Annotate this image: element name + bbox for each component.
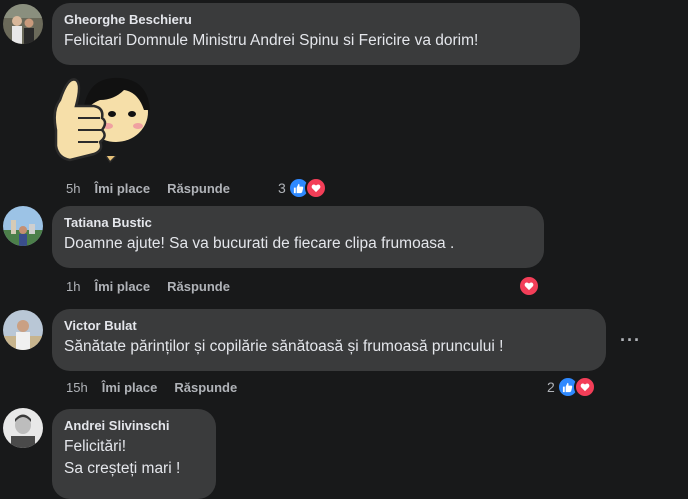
avatar[interactable] — [3, 4, 43, 44]
comment-time[interactable]: 5h — [66, 181, 80, 196]
comment-time[interactable]: 15h — [66, 380, 88, 395]
comment-author[interactable]: Tatiana Bustic — [64, 214, 532, 231]
comment-text-line: Felicitări! — [64, 438, 127, 455]
reply-button[interactable]: Răspunde — [174, 380, 237, 395]
comment-text: Sănătate părinților și copilărie sănătoa… — [64, 338, 504, 355]
avatar[interactable] — [3, 408, 43, 448]
reaction-count: 2 — [547, 379, 555, 395]
comment-text: Doamne ajute! Sa va bucurati de fiecare … — [64, 235, 455, 252]
avatar[interactable] — [3, 206, 43, 246]
comment-author[interactable]: Victor Bulat — [64, 317, 594, 334]
reaction-summary[interactable] — [518, 275, 540, 297]
reaction-count: 3 — [278, 180, 286, 196]
comment-text: Felicitari Domnule Ministru Andrei Spinu… — [64, 32, 479, 49]
comment-actions: 5h Îmi place Răspunde — [66, 179, 230, 197]
like-button[interactable]: Îmi place — [94, 181, 150, 196]
comment-author[interactable]: Andrei Slivinschi — [64, 417, 204, 434]
reply-button[interactable]: Răspunde — [167, 279, 230, 294]
comment-time[interactable]: 1h — [66, 279, 80, 294]
avatar[interactable] — [3, 310, 43, 350]
love-reaction-icon — [518, 275, 540, 297]
comment-actions: 1h Îmi place Răspunde — [66, 277, 230, 295]
love-reaction-icon — [573, 376, 596, 398]
reaction-summary[interactable]: 3 — [278, 177, 327, 199]
like-button[interactable]: Îmi place — [102, 380, 158, 395]
reaction-summary[interactable]: 2 — [547, 376, 596, 398]
comment-actions: 15h Îmi place Răspunde — [66, 378, 237, 396]
sticker — [50, 70, 152, 170]
comment-bubble: Victor Bulat Sănătate părinților și copi… — [52, 309, 606, 371]
comment-bubble: Tatiana Bustic Doamne ajute! Sa va bucur… — [52, 206, 544, 268]
more-options-button[interactable]: ··· — [620, 330, 641, 351]
love-reaction-icon — [304, 177, 327, 199]
comment-bubble: Andrei Slivinschi Felicitări! Sa creșteț… — [52, 409, 216, 499]
comment-text-line: Sa creșteți mari ! — [64, 460, 181, 477]
comment-author[interactable]: Gheorghe Beschieru — [64, 11, 568, 28]
like-button[interactable]: Îmi place — [94, 279, 150, 294]
reply-button[interactable]: Răspunde — [167, 181, 230, 196]
comment-bubble: Gheorghe Beschieru Felicitari Domnule Mi… — [52, 3, 580, 65]
